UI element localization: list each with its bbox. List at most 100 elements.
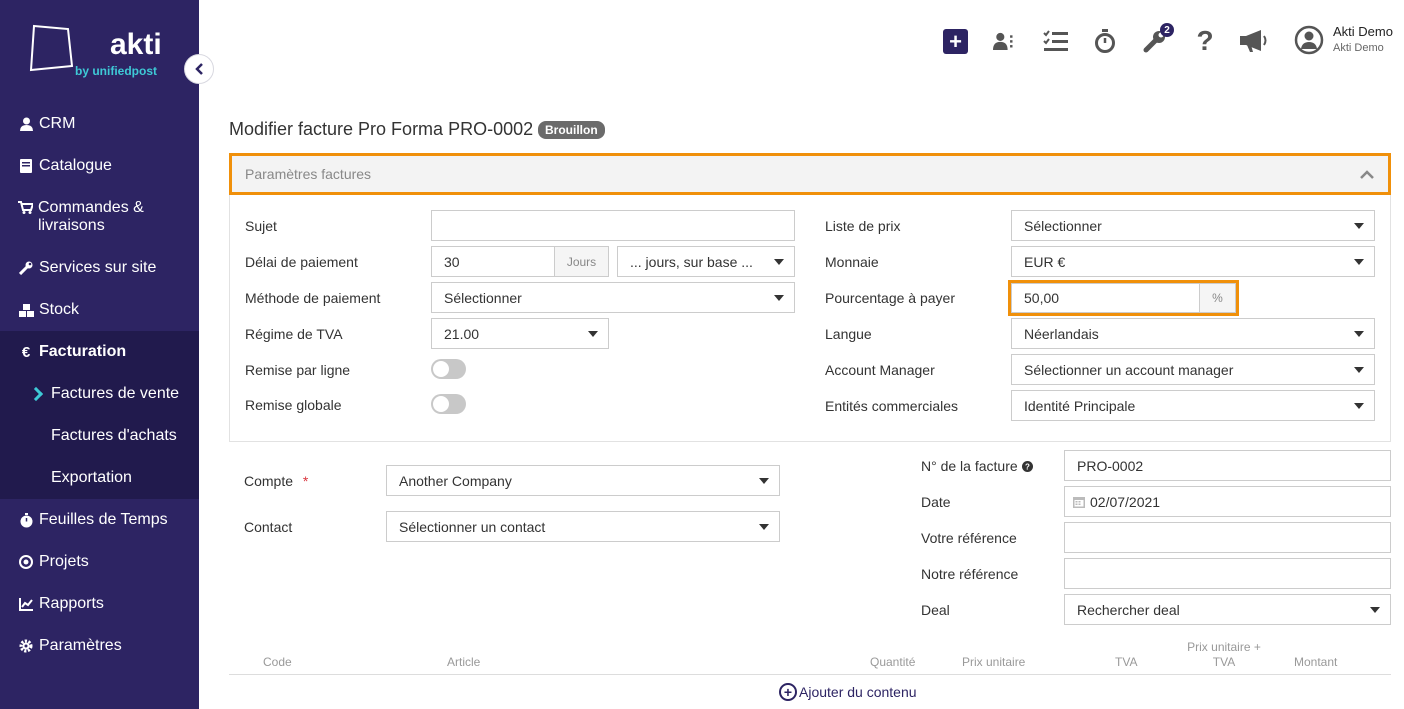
submenu-item-label: Factures de vente: [51, 385, 180, 402]
submenu-item-export[interactable]: Exportation: [0, 457, 199, 499]
user-icon: [18, 117, 34, 131]
currency-label: Monnaie: [825, 254, 879, 270]
language-select[interactable]: Néerlandais: [1011, 318, 1375, 349]
quick-add-button[interactable]: +: [943, 29, 968, 54]
logo-text: akti: [110, 28, 162, 61]
select-value: 21.00: [444, 325, 480, 342]
account-label-text: Compte: [244, 473, 294, 489]
select-value: EUR €: [1024, 253, 1066, 270]
global-discount-toggle[interactable]: [431, 394, 466, 414]
our-reference-input[interactable]: [1064, 558, 1391, 589]
subject-label: Sujet: [245, 218, 277, 234]
sidebar-item-orders[interactable]: Commandes & livraisons: [0, 187, 199, 247]
logo-tagline: by unifiedpost: [75, 64, 157, 78]
our-reference-label: Notre référence: [921, 566, 1019, 582]
deal-select[interactable]: Rechercher deal: [1064, 594, 1391, 625]
submenu-item-label: Factures d'achats: [51, 427, 177, 444]
percent-unit: %: [1199, 283, 1236, 313]
submenu-item-sales-invoices[interactable]: Factures de vente: [0, 373, 199, 415]
sidebar-item-projects[interactable]: Projets: [0, 541, 199, 583]
column-header-code: Code: [263, 655, 292, 669]
payment-delay-input[interactable]: 30: [431, 246, 555, 277]
sidebar-item-services[interactable]: Services sur site: [0, 247, 199, 289]
boxes-icon: [18, 303, 34, 317]
percent-to-pay-input[interactable]: 50,00: [1011, 283, 1200, 313]
tasks-icon[interactable]: [1043, 28, 1069, 54]
sidebar-item-facturation[interactable]: € Facturation: [0, 331, 199, 373]
invoice-number-label-text: N° de la facture: [921, 458, 1018, 474]
select-value: Néerlandais: [1024, 325, 1099, 342]
sidebar-item-stock[interactable]: Stock: [0, 289, 199, 331]
payment-delay-unit: Jours: [554, 246, 609, 277]
commercial-entities-label: Entités commerciales: [825, 398, 959, 414]
sidebar-item-label: Commandes & livraisons: [38, 199, 144, 234]
user-name[interactable]: Akti Demo: [1333, 24, 1393, 39]
subject-input[interactable]: [431, 210, 795, 241]
line-discount-toggle[interactable]: [431, 359, 466, 379]
payment-method-select[interactable]: Sélectionner: [431, 282, 795, 313]
vat-regime-select[interactable]: 21.00: [431, 318, 609, 349]
sidebar-item-reports[interactable]: Rapports: [0, 583, 199, 625]
sidebar-item-settings[interactable]: Paramètres: [0, 625, 199, 667]
sidebar-item-label: CRM: [39, 115, 76, 132]
plus-icon: +: [949, 28, 962, 54]
logo-mark-icon: [29, 24, 74, 72]
question-glyph: ?: [1196, 25, 1214, 56]
sidebar: akti by unifiedpost CRM Catalogue Comman…: [0, 0, 199, 709]
table-divider: [229, 674, 1391, 675]
commercial-entities-select[interactable]: Identité Principale: [1011, 390, 1375, 421]
sidebar-item-crm[interactable]: CRM: [0, 103, 199, 145]
column-header-quantity: Quantité: [870, 655, 916, 669]
sidebar-item-label: Rapports: [39, 595, 104, 612]
sidebar-item-label: Facturation: [39, 343, 127, 360]
wrench-icon: [18, 261, 34, 275]
required-mark: *: [302, 473, 309, 489]
invoice-number-input[interactable]: PRO-0002: [1064, 450, 1391, 481]
add-content-button[interactable]: + Ajouter du contenu: [779, 683, 917, 701]
price-list-label: Liste de prix: [825, 218, 901, 234]
gear-icon: [18, 639, 34, 653]
vat-regime-label: Régime de TVA: [245, 326, 343, 342]
facturation-section: € Facturation Factures de vente Factures…: [0, 331, 199, 499]
chart-icon: [18, 597, 34, 611]
select-value: Rechercher deal: [1077, 601, 1180, 618]
account-manager-select[interactable]: Sélectionner un account manager: [1011, 354, 1375, 385]
select-value: Sélectionner un contact: [399, 518, 546, 535]
user-company: Akti Demo: [1333, 42, 1384, 54]
date-label: Date: [921, 494, 951, 510]
logo[interactable]: akti by unifiedpost: [0, 0, 199, 100]
chevron-up-icon: [1360, 170, 1374, 179]
book-icon: [18, 159, 34, 173]
percent-to-pay-label: Pourcentage à payer: [825, 290, 955, 306]
currency-select[interactable]: EUR €: [1011, 246, 1375, 277]
invoice-params-panel-header[interactable]: Paramètres factures: [229, 153, 1391, 195]
your-reference-label: Votre référence: [921, 530, 1017, 546]
help-icon[interactable]: ?: [1192, 25, 1218, 56]
sidebar-item-catalogue[interactable]: Catalogue: [0, 145, 199, 187]
contact-select[interactable]: Sélectionner un contact: [386, 511, 780, 542]
page-title: Modifier facture Pro Forma PRO-0002: [229, 119, 534, 139]
avatar-icon[interactable]: [1294, 25, 1324, 55]
column-header-unit-price-vat: Prix unitaire + TVA: [1187, 640, 1261, 669]
submenu-item-purchase-invoices[interactable]: Factures d'achats: [0, 415, 199, 457]
help-circle-icon[interactable]: ?: [1021, 460, 1033, 472]
sidebar-item-timesheets[interactable]: Feuilles de Temps: [0, 499, 199, 541]
date-input[interactable]: 02/07/2021: [1064, 486, 1391, 517]
plus-circle-icon: +: [779, 683, 797, 701]
svg-text:?: ?: [1025, 462, 1030, 471]
language-label: Langue: [825, 326, 872, 342]
account-manager-label: Account Manager: [825, 362, 935, 378]
euro-icon: €: [21, 343, 31, 361]
account-select[interactable]: Another Company: [386, 465, 780, 496]
sidebar-collapse-button[interactable]: [184, 54, 214, 84]
calendar-icon: [1073, 496, 1085, 508]
contacts-list-icon[interactable]: [993, 28, 1019, 54]
column-header-unit-price: Prix unitaire: [962, 655, 1026, 669]
megaphone-icon[interactable]: [1239, 28, 1269, 54]
stopwatch-icon[interactable]: [1092, 28, 1118, 54]
notification-badge: 2: [1160, 23, 1174, 37]
your-reference-input[interactable]: [1064, 522, 1391, 553]
price-list-select[interactable]: Sélectionner: [1011, 210, 1375, 241]
payment-delay-basis-select[interactable]: ... jours, sur base ...: [617, 246, 795, 277]
select-value: Identité Principale: [1024, 397, 1136, 414]
